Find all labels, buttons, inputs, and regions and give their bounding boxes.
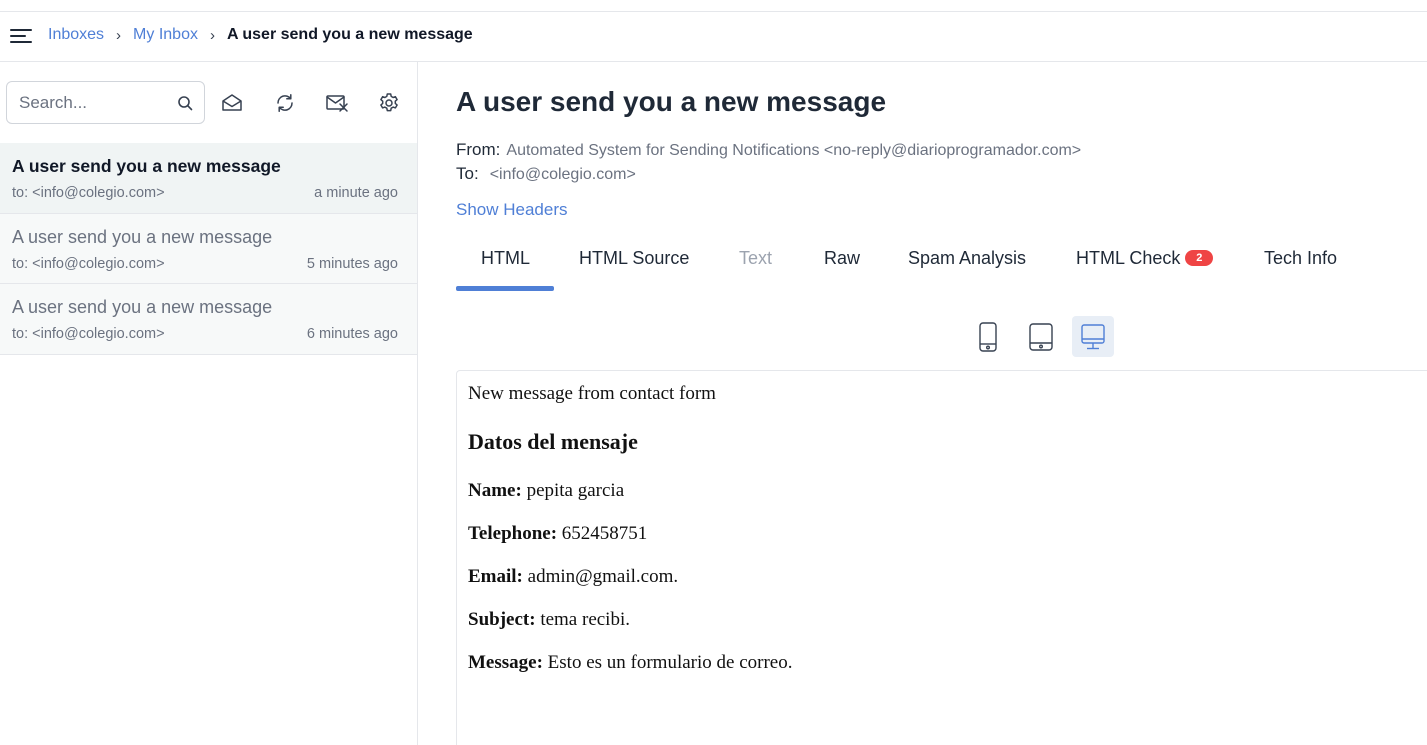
breadcrumb: Inboxes › My Inbox › A user send you a n… xyxy=(48,26,473,44)
message-list: A user send you a new message to: <info@… xyxy=(0,143,417,355)
tab-html-source[interactable]: HTML Source xyxy=(579,248,689,269)
message-list-item[interactable]: A user send you a new message to: <info@… xyxy=(0,143,417,214)
message-time: 6 minutes ago xyxy=(306,326,398,342)
mark-read-icon[interactable] xyxy=(220,91,244,115)
body-field: Subject: tema recibi. xyxy=(468,609,630,631)
tab-tech-info[interactable]: Tech Info xyxy=(1264,248,1337,269)
breadcrumb-inboxes[interactable]: Inboxes xyxy=(48,26,104,44)
breadcrumb-separator: › xyxy=(209,26,215,44)
to-label: To: xyxy=(456,164,479,183)
sidebar: A user send you a new message to: <info@… xyxy=(0,62,418,745)
mobile-view-button[interactable] xyxy=(967,316,1009,357)
search-icon[interactable] xyxy=(177,95,193,111)
message-recipient: to: <info@colegio.com> xyxy=(12,326,165,342)
body-field: Email: admin@gmail.com. xyxy=(468,566,678,588)
message-list-item[interactable]: A user send you a new message to: <info@… xyxy=(0,284,417,355)
body-field: Name: pepita garcia xyxy=(468,480,624,502)
body-heading: Datos del mensaje xyxy=(468,429,638,454)
tablet-view-button[interactable] xyxy=(1020,316,1062,357)
tablet-icon xyxy=(1029,322,1053,351)
from-row: From: Automated System for Sending Notifi… xyxy=(456,140,1081,160)
email-html-preview: New message from contact form Datos del … xyxy=(456,370,1427,745)
tab-html-check-label: HTML Check xyxy=(1076,248,1181,268)
menu-icon[interactable] xyxy=(10,27,32,45)
field-value: 652458751 xyxy=(561,523,648,544)
message-time: 5 minutes ago xyxy=(306,255,398,272)
field-value: admin@gmail.com. xyxy=(527,566,679,587)
message-list-item[interactable]: A user send you a new message to: <info@… xyxy=(0,213,417,284)
search-input[interactable] xyxy=(19,92,169,114)
message-time: a minute ago xyxy=(314,185,398,201)
refresh-icon[interactable] xyxy=(273,91,297,115)
field-label: Telephone: xyxy=(468,523,558,544)
tab-raw[interactable]: Raw xyxy=(824,248,860,269)
breadcrumb-my-inbox[interactable]: My Inbox xyxy=(133,26,198,44)
html-check-badge: 2 xyxy=(1185,250,1214,266)
delete-all-icon[interactable] xyxy=(325,91,349,115)
body-field: Telephone: 652458751 xyxy=(468,523,647,545)
desktop-icon xyxy=(1081,323,1105,349)
field-value: tema recibi. xyxy=(540,609,630,630)
message-subject: A user send you a new message xyxy=(12,297,273,317)
from-value: Automated System for Sending Notificatio… xyxy=(506,142,1082,159)
header-bar: Inboxes › My Inbox › A user send you a n… xyxy=(0,12,1427,62)
breadcrumb-separator: › xyxy=(116,26,122,44)
message-recipient: to: <info@colegio.com> xyxy=(12,185,165,201)
search-box xyxy=(6,81,205,124)
breadcrumb-current: A user send you a new message xyxy=(226,26,473,43)
body-field: Message: Esto es un formulario de correo… xyxy=(468,652,792,674)
body-intro: New message from contact form xyxy=(468,383,716,404)
field-label: Email: xyxy=(468,566,523,587)
message-recipient: to: <info@colegio.com> xyxy=(12,255,165,272)
field-label: Message: xyxy=(468,652,543,673)
active-tab-indicator xyxy=(456,286,554,291)
mobile-icon xyxy=(979,321,997,352)
field-value: pepita garcia xyxy=(526,480,625,501)
desktop-view-button[interactable] xyxy=(1072,316,1114,357)
field-label: Name: xyxy=(468,480,522,501)
message-subject: A user send you a new message xyxy=(12,156,281,176)
to-row: To: <info@colegio.com> xyxy=(456,164,636,184)
tab-text[interactable]: Text xyxy=(739,248,772,269)
settings-gear-icon[interactable] xyxy=(377,91,401,115)
tab-html-check[interactable]: HTML Check 2 xyxy=(1076,248,1214,269)
message-subject: A user send you a new message xyxy=(12,226,273,247)
show-headers-link[interactable]: Show Headers xyxy=(456,200,568,220)
from-label: From: xyxy=(456,140,501,159)
field-value: Esto es un formulario de correo. xyxy=(547,652,793,673)
tab-html[interactable]: HTML xyxy=(481,248,530,269)
message-title: A user send you a new message xyxy=(456,86,887,117)
tab-spam-analysis[interactable]: Spam Analysis xyxy=(908,248,1026,269)
message-view: A user send you a new message From: Autom… xyxy=(418,62,1427,745)
field-label: Subject: xyxy=(468,609,536,630)
to-value: <info@colegio.com> xyxy=(489,166,636,183)
